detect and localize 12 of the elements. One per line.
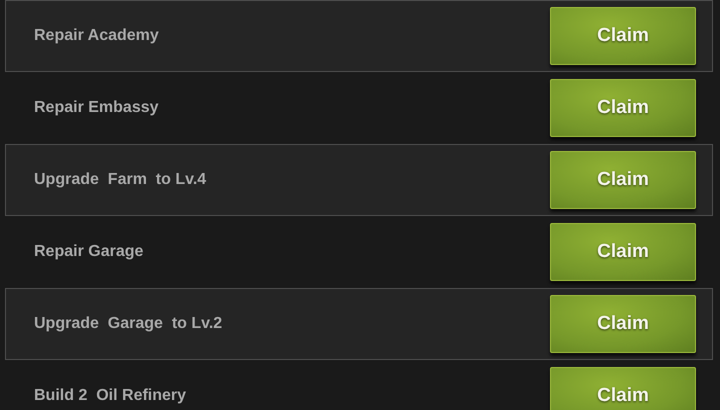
- claim-button[interactable]: Claim: [550, 151, 696, 209]
- claim-button[interactable]: Claim: [550, 79, 696, 137]
- task-label: Repair Embassy: [34, 98, 159, 118]
- task-label: Build 2 Oil Refinery: [34, 386, 186, 406]
- claim-button[interactable]: Claim: [550, 223, 696, 281]
- claim-button[interactable]: Claim: [550, 295, 696, 353]
- task-label: Upgrade Garage to Lv.2: [34, 314, 222, 334]
- task-label: Repair Academy: [34, 26, 159, 46]
- claim-button[interactable]: Claim: [550, 367, 696, 410]
- task-label: Upgrade Farm to Lv.4: [34, 170, 206, 190]
- claim-button[interactable]: Claim: [550, 7, 696, 65]
- task-label: Repair Garage: [34, 242, 144, 262]
